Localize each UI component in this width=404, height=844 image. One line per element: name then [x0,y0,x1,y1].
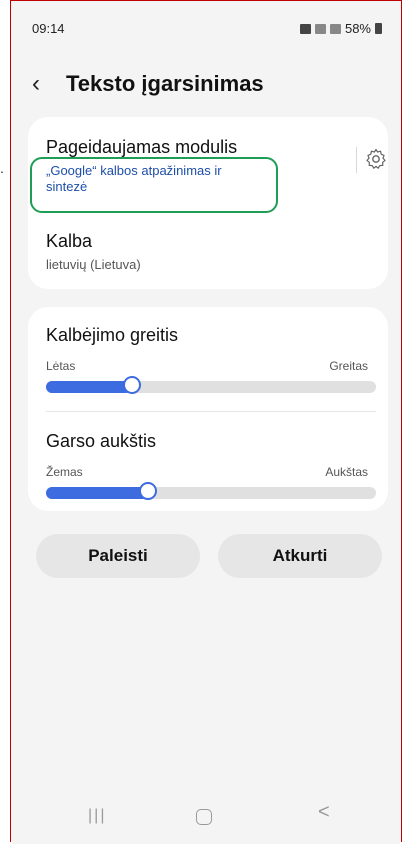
header: ‹ Teksto įgarsinimas [32,71,264,97]
replay-button[interactable]: Atkurti [218,534,382,578]
speech-rate-min-label: Lėtas [46,359,76,373]
pitch-min-label: Žemas [46,465,83,479]
pitch-max-label: Aukštas [325,465,368,479]
speech-rate-max-label: Greitas [329,359,368,373]
screen: 09:14 58% ‹ Teksto įgarsinimas Pageidauj… [12,1,400,844]
speech-rate-title: Kalbėjimo greitis [46,325,179,345]
nav-back-button[interactable]: < [318,801,330,824]
engine-divider [356,147,357,173]
signal-icon [329,23,341,34]
nav-home-button[interactable] [196,809,212,825]
battery-percent: 58% [344,21,371,36]
notification-icon [299,23,311,34]
edge-marker: . [0,160,4,176]
status-icons: 58% [299,21,382,36]
nav-recents-button[interactable]: ||| [88,807,106,825]
speech-rate-slider-knob[interactable] [123,376,141,394]
status-time: 09:14 [32,21,65,36]
speech-rate-slider-fill [46,381,132,393]
pitch-title: Garso aukštis [46,431,157,451]
speech-rate-slider[interactable] [46,376,376,394]
language-value: lietuvių (Lietuva) [46,257,141,272]
preferred-engine-value: „Google“ kalbos atpažinimas ir sintezė [46,163,222,194]
gear-icon[interactable] [364,147,388,171]
back-button[interactable]: ‹ [32,72,60,96]
language-title: Kalba [46,231,93,251]
page-title: Teksto įgarsinimas [66,71,264,96]
wifi-icon [314,23,326,34]
engine-card: Pageidaujamas modulis „Google“ kalbos at… [28,117,388,289]
pitch-slider[interactable] [46,482,376,500]
speech-settings-card: Kalbėjimo greitis Lėtas Greitas Garso au… [28,307,388,511]
card-divider [46,411,376,412]
pitch-slider-knob[interactable] [139,482,157,500]
play-button[interactable]: Paleisti [36,534,200,578]
pitch-slider-fill [46,487,148,499]
battery-icon [375,23,382,34]
preferred-engine-title: Pageidaujamas modulis [46,137,238,157]
